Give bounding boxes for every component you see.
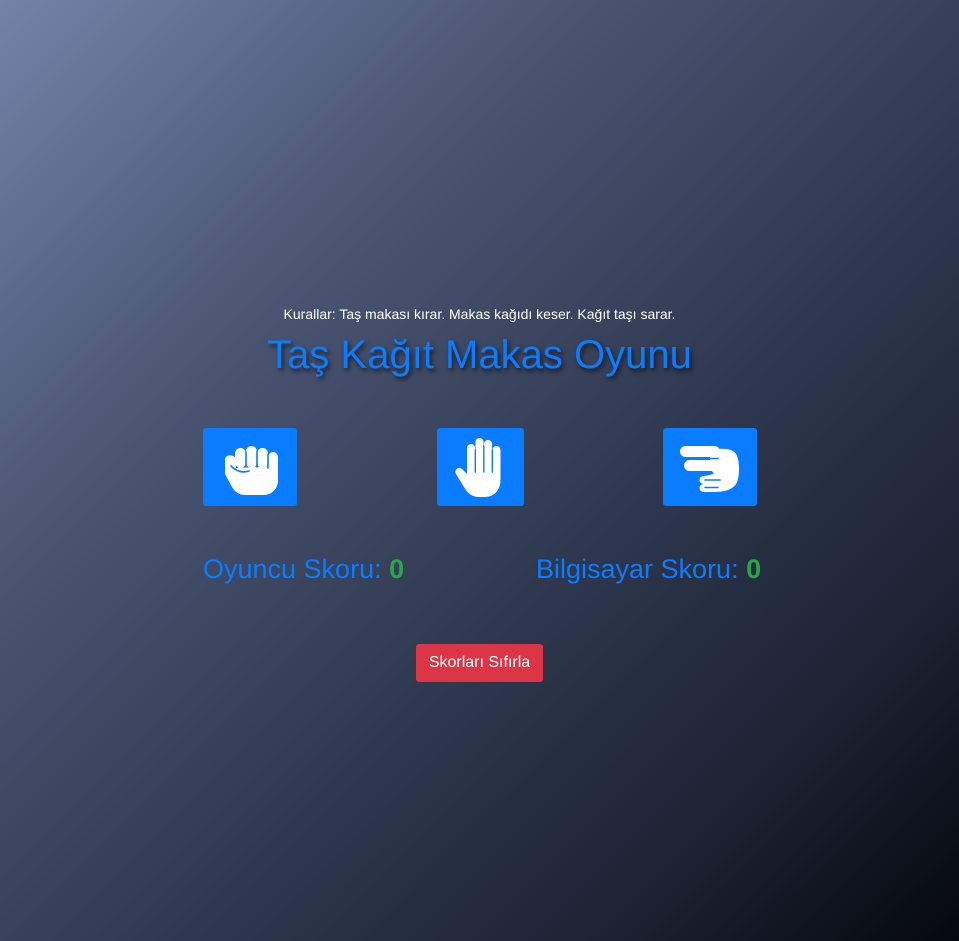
hand-rock-icon (225, 446, 278, 495)
page-title: Taş Kağıt Makas Oyunu (267, 333, 692, 377)
computer-score-value: 0 (746, 554, 762, 584)
hand-scissors-icon (680, 446, 739, 492)
paper-button[interactable] (437, 428, 524, 506)
player-score-label: Oyuncu Skoru: (203, 554, 382, 584)
scissors-button[interactable] (663, 428, 757, 506)
computer-score-label: Bilgisayar Skoru: (536, 554, 739, 584)
computer-score: Bilgisayar Skoru: 0 (536, 554, 761, 585)
rock-button[interactable] (203, 428, 297, 506)
player-score-value: 0 (389, 554, 405, 584)
reset-scores-button[interactable]: Skorları Sıfırla (416, 644, 543, 682)
hand-paper-icon (454, 438, 500, 497)
player-score: Oyuncu Skoru: 0 (203, 554, 404, 585)
rules-text: Kurallar: Taş makası kırar. Makas kağıdı… (283, 306, 676, 322)
